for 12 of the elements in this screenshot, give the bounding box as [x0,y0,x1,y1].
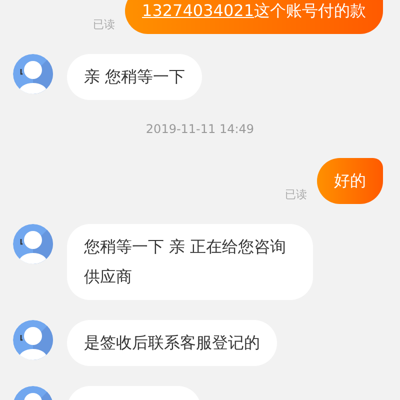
read-receipt: 已读 [93,17,116,32]
message-bubble: 亲 您稍等一下 [67,54,202,100]
read-receipt: 已读 [285,187,307,202]
phone-link[interactable]: 13274034021 [142,1,254,20]
message-bubble: 13274034021这个账号付的款 [125,0,383,34]
avatar-icon[interactable] [13,54,53,94]
message-bubble: 好的 [317,158,383,204]
timestamp: 2019-11-11 14:49 [146,122,254,136]
avatar-icon[interactable] [13,224,53,264]
avatar-icon[interactable] [13,320,53,360]
message-bubble: 您稍等一下 亲 正在给您咨询供应商 [67,224,313,300]
message-bubble: 是签收后联系客服登记的 [67,320,277,366]
